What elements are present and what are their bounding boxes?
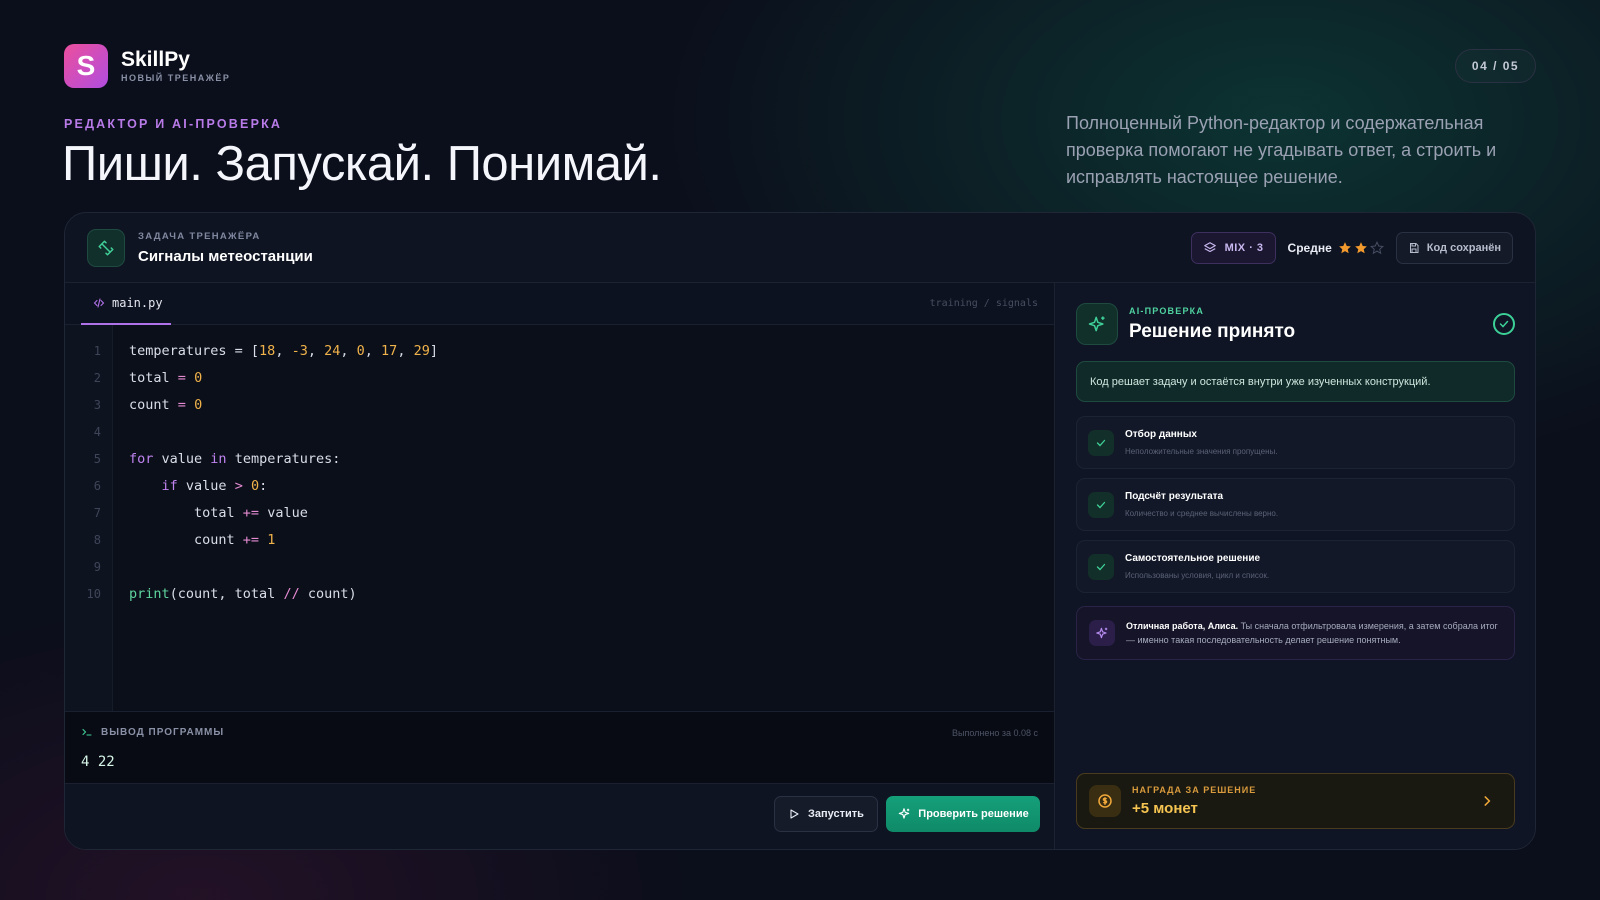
- difficulty-stars: [1338, 240, 1384, 255]
- chevron-right-icon: [1484, 796, 1491, 806]
- check-circle-icon: [1493, 313, 1515, 335]
- saved-label: Код сохранён: [1426, 241, 1501, 254]
- check-solution-button[interactable]: Проверить решение: [886, 796, 1040, 832]
- reward-eyebrow: НАГРАДА ЗА РЕШЕНИЕ: [1132, 785, 1257, 795]
- slide-counter: 04 / 05: [1455, 49, 1536, 83]
- ai-eyebrow: AI-ПРОВЕРКА: [1129, 305, 1205, 316]
- code-area[interactable]: 1 temperatures = [18, -3, 24, 0, 17, 29] …: [65, 325, 1054, 711]
- line-number: 3: [93, 397, 101, 412]
- editor-tabs: main.py training / signals: [65, 283, 1054, 325]
- task-title: Сигналы метеостанции: [138, 247, 313, 265]
- check-icon: [1088, 429, 1114, 456]
- criterion-desc: Неположительные значения пропущены.: [1125, 447, 1278, 456]
- check-label: Проверить решение: [918, 808, 1029, 820]
- ai-title: Решение принято: [1129, 320, 1296, 342]
- criterion-desc: Количество и среднее вычислены верно.: [1125, 509, 1279, 518]
- brand-subtitle: НОВЫЙ ТРЕНАЖЁР: [121, 73, 231, 83]
- star-filled-icon: [1338, 241, 1351, 253]
- dumbbell-icon: [87, 228, 125, 267]
- check-icon: [1088, 553, 1114, 580]
- sparkles-icon: [1089, 620, 1115, 646]
- code-line: count += 1: [129, 531, 276, 548]
- criterion-title: Подсчёт результата: [1125, 491, 1224, 502]
- line-number: 10: [86, 586, 101, 601]
- code-line: temperatures = [18, -3, 24, 0, 17, 29]: [129, 342, 438, 359]
- code-line: count = 0: [129, 396, 203, 413]
- reward-card[interactable]: НАГРАДА ЗА РЕШЕНИЕ +5 монет: [1076, 773, 1515, 829]
- play-icon: [790, 809, 799, 819]
- brand: S SkillPy НОВЫЙ ТРЕНАЖЁР: [64, 44, 230, 88]
- reward-value: +5 монет: [1132, 800, 1198, 817]
- criterion-item: Самостоятельное решение Использованы усл…: [1076, 540, 1515, 593]
- layers-icon: [1203, 241, 1216, 252]
- program-output: ВЫВОД ПРОГРАММЫ Выполнено за 0.08 с 4 22: [65, 711, 1054, 783]
- criterion-title: Самостоятельное решение: [1125, 553, 1261, 564]
- code-saved-indicator[interactable]: Код сохранён: [1395, 231, 1513, 264]
- save-icon: [1409, 242, 1419, 253]
- sparkles-icon: [1076, 303, 1118, 345]
- star-filled-icon: [1354, 241, 1367, 253]
- run-label: Запустить: [808, 808, 864, 820]
- code-line: if value > 0:: [161, 477, 268, 494]
- code-line: total += value: [129, 504, 308, 521]
- terminal-icon: [82, 728, 92, 736]
- task-eyebrow: ЗАДАЧА ТРЕНАЖЁРА: [138, 230, 261, 242]
- code-line: for value in temperatures:: [129, 450, 341, 467]
- line-number: 9: [93, 559, 101, 574]
- section-eyebrow: РЕДАКТОР И AI-ПРОВЕРКА: [64, 117, 283, 131]
- verdict-message: Код решает задачу и остаётся внутри уже …: [1076, 361, 1515, 402]
- lead-paragraph: Полноценный Python-редактор и содержател…: [1066, 113, 1497, 187]
- brand-name: SkillPy: [121, 48, 190, 71]
- check-icon: [1088, 491, 1114, 518]
- criterion-title: Отбор данных: [1125, 429, 1197, 440]
- tab-main-py[interactable]: main.py: [81, 283, 171, 325]
- criterion-item: Подсчёт результата Количество и среднее …: [1076, 478, 1515, 531]
- criterion-item: Отбор данных Неположительные значения пр…: [1076, 416, 1515, 469]
- criterion-desc: Использованы условия, цикл и список.: [1125, 571, 1270, 580]
- difficulty-label: Средне: [1287, 240, 1332, 255]
- line-number: 7: [93, 505, 101, 520]
- output-label: ВЫВОД ПРОГРАММЫ: [101, 726, 225, 738]
- file-path: training / signals: [929, 298, 1038, 309]
- run-button[interactable]: Запустить: [774, 796, 878, 832]
- tab-label: main.py: [112, 296, 163, 310]
- ai-review-panel: AI-ПРОВЕРКА Решение принято Код решает з…: [1056, 283, 1535, 849]
- mix-badge: MIX · 3: [1190, 231, 1276, 264]
- task-header: ЗАДАЧА ТРЕНАЖЁРА Сигналы метеостанции MI…: [65, 213, 1535, 283]
- line-number: 4: [93, 424, 101, 439]
- line-number: 1: [93, 343, 101, 358]
- code-editor: main.py training / signals 1 temperatures…: [65, 283, 1055, 849]
- output-time: Выполнено за 0.08 с: [951, 728, 1038, 738]
- code-icon: [93, 298, 105, 308]
- line-number: 2: [93, 370, 101, 385]
- output-value: 4 22: [81, 754, 115, 770]
- trainer-card: ЗАДАЧА ТРЕНАЖЁРА Сигналы метеостанции MI…: [64, 212, 1536, 850]
- page-headline: Пиши. Запускай. Понимай.: [62, 137, 662, 191]
- line-number: 6: [93, 478, 101, 493]
- app-logo: S: [64, 44, 108, 88]
- star-empty-icon: [1369, 240, 1384, 254]
- code-line: total = 0: [129, 369, 203, 386]
- line-number: 5: [93, 451, 101, 466]
- praise-message: Отличная работа, Алиса. Ты сначала отфил…: [1076, 606, 1515, 660]
- editor-actions: Запустить Проверить решение: [65, 783, 1054, 849]
- mix-label: MIX · 3: [1224, 241, 1264, 254]
- code-line: print(count, total // count): [129, 585, 357, 602]
- coin-icon: [1089, 785, 1121, 817]
- praise-bold: Отличная работа, Алиса.: [1126, 621, 1239, 631]
- sparkles-icon: [899, 808, 910, 819]
- line-number: 8: [93, 532, 101, 547]
